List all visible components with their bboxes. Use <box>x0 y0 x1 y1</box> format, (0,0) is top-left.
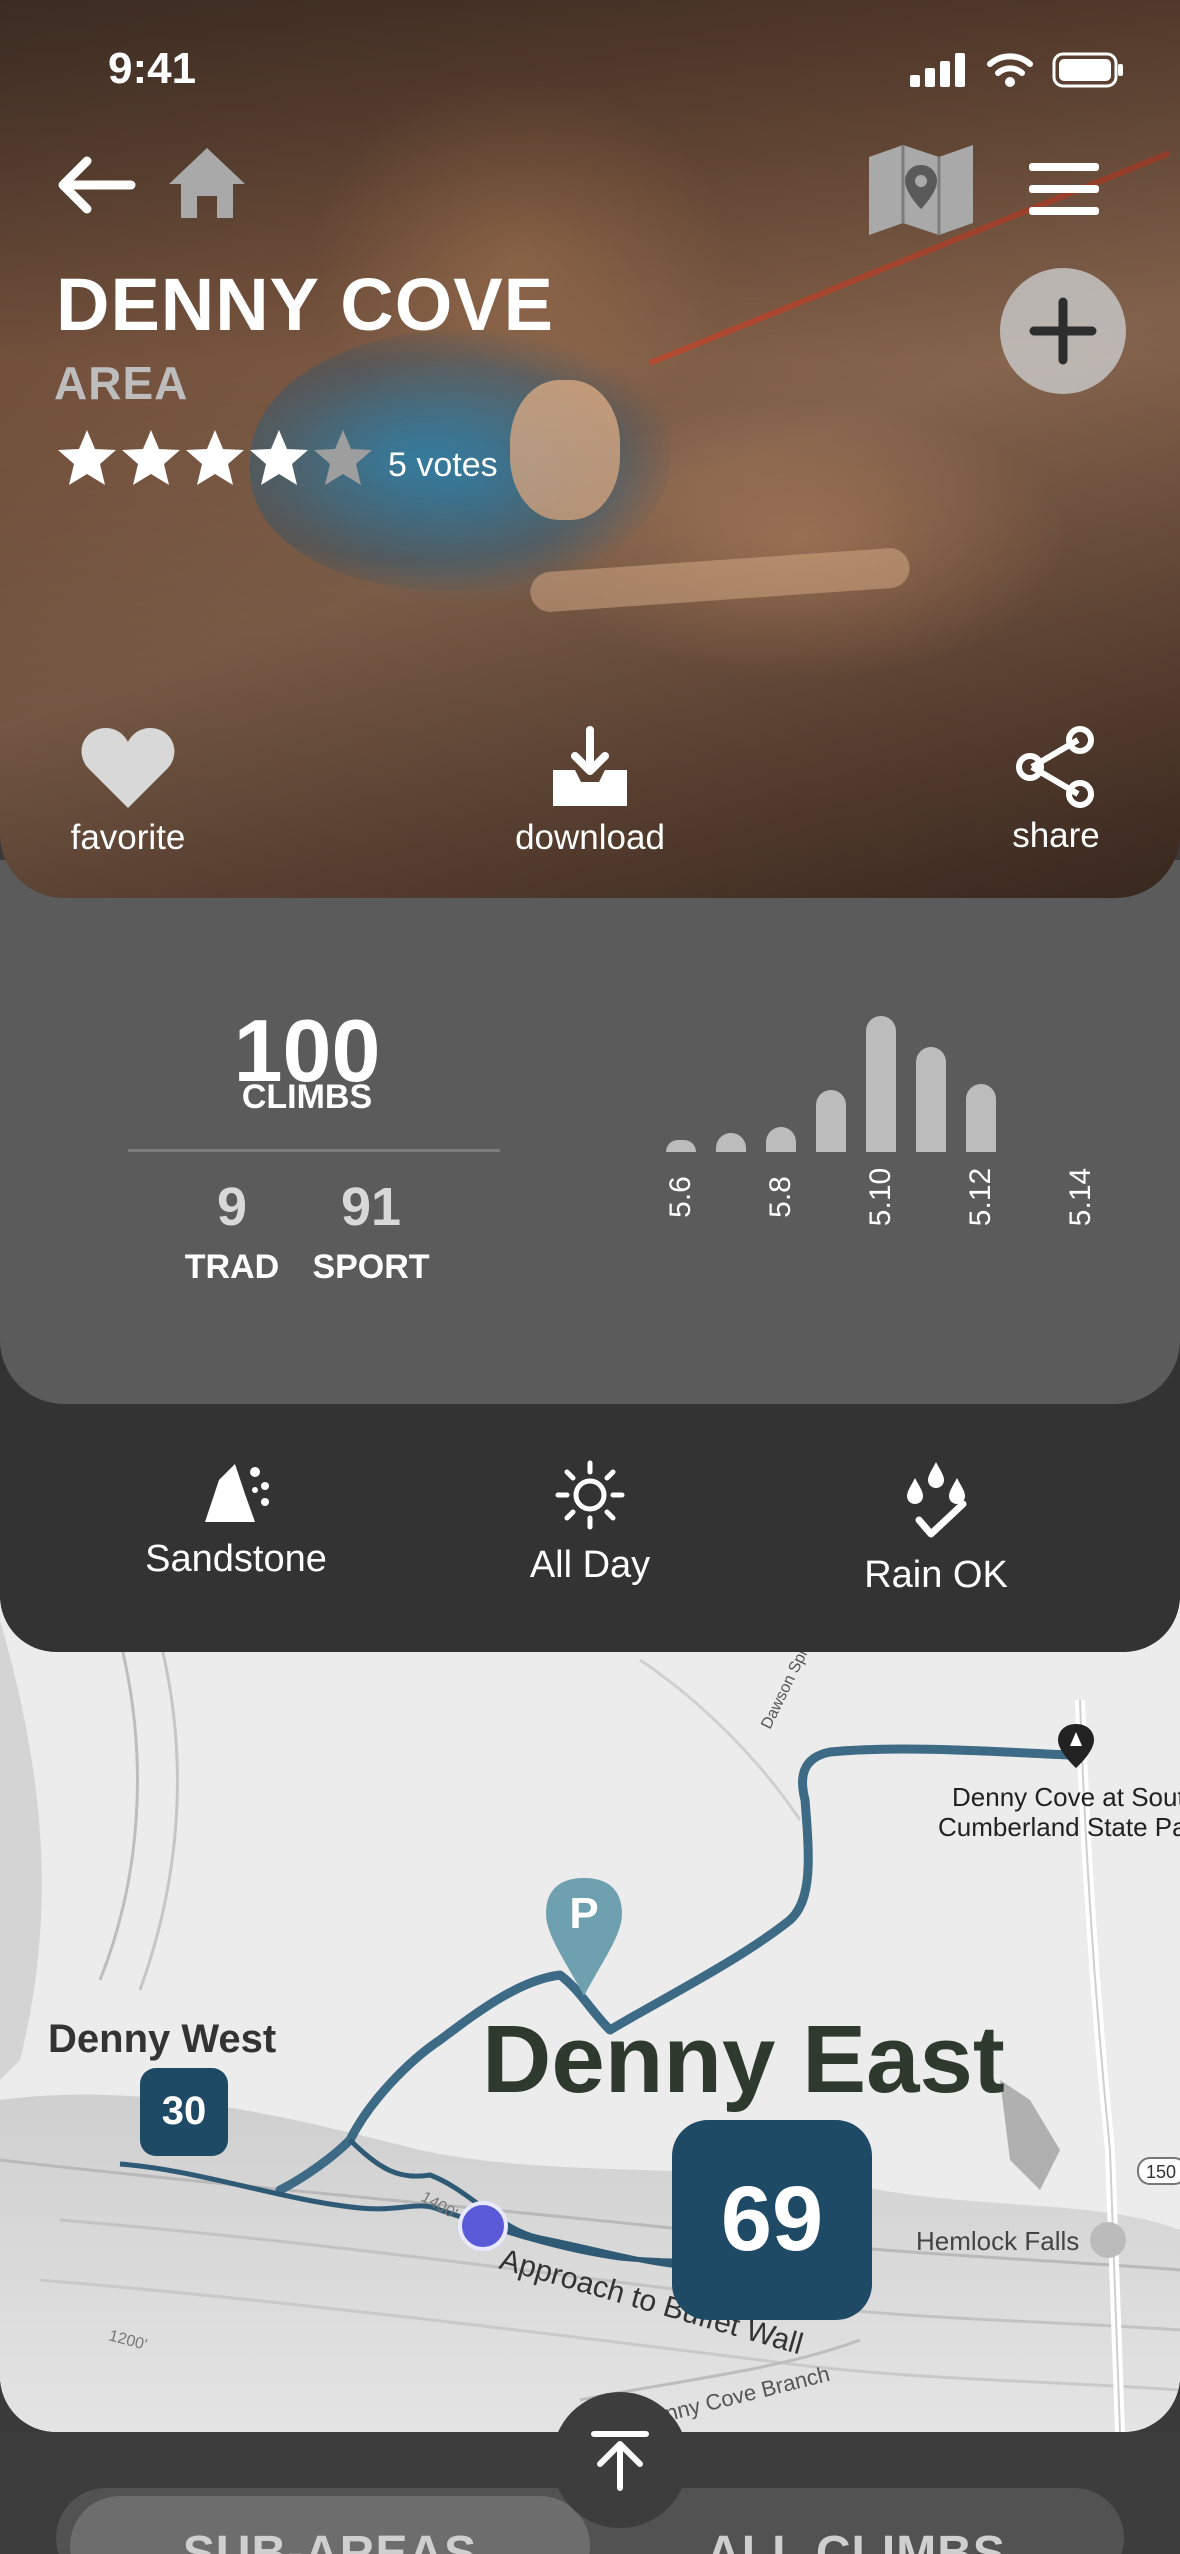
grade-bar <box>966 1084 996 1152</box>
rain-icon <box>907 1462 967 1538</box>
hero-header: 9:41 DENNY COVE AREA 5 votes favorite do… <box>0 0 1180 898</box>
grade-tick-label: 5.8 <box>764 1176 797 1218</box>
status-icons <box>910 52 1124 88</box>
star-icon[interactable] <box>248 428 310 488</box>
denny-west-count: 30 <box>162 2089 207 2133</box>
votes-count: 5 votes <box>388 446 498 484</box>
grade-bar <box>816 1090 846 1152</box>
grade-tick-label: 5.14 <box>1064 1167 1097 1227</box>
signal-icon <box>910 53 965 87</box>
back-button[interactable] <box>50 150 140 220</box>
scroll-to-top-button[interactable] <box>552 2392 688 2528</box>
sport-stat: 91 SPORT <box>306 1176 436 1287</box>
poi-label-line1: Denny Cove at Sout <box>952 1782 1180 1812</box>
grade-tick-label: 5.6 <box>664 1176 697 1218</box>
sun-icon <box>555 1460 625 1530</box>
share-icon <box>1016 726 1094 808</box>
tab-sub-areas[interactable]: SUB-AREAS <box>70 2496 590 2554</box>
route-shield: 150 <box>1137 2157 1180 2185</box>
denny-east-label: Denny East <box>482 2006 1005 2113</box>
battery-icon <box>1052 52 1123 88</box>
favorite-label: favorite <box>70 818 186 857</box>
hamburger-menu-icon <box>1029 163 1099 215</box>
rock-icon <box>205 1464 269 1522</box>
denny-west-badge[interactable]: 30 <box>140 2068 228 2156</box>
condition-rock: Sandstone <box>116 1460 356 1581</box>
denny-east-badge[interactable]: 69 <box>672 2120 872 2320</box>
star-icon[interactable] <box>184 428 246 488</box>
current-location-marker <box>458 2201 508 2251</box>
map-button[interactable] <box>866 142 976 238</box>
trad-count: 9 <box>216 1177 248 1237</box>
share-label: share <box>1012 816 1100 855</box>
share-button[interactable]: share <box>996 726 1116 856</box>
page-title: DENNY COVE <box>56 263 554 346</box>
parking-label: P <box>569 1889 598 1938</box>
poi-label-line2: Cumberland State Pa <box>938 1812 1180 1842</box>
star-icon[interactable] <box>56 428 118 488</box>
status-time: 9:41 <box>108 44 197 93</box>
star-icon[interactable] <box>312 428 374 488</box>
condition-sun: All Day <box>470 1460 710 1587</box>
download-button[interactable]: download <box>500 726 680 858</box>
grade-bar <box>666 1140 696 1152</box>
condition-rain: Rain OK <box>816 1460 1056 1597</box>
sport-count: 91 <box>340 1177 402 1237</box>
grade-tick-label: 5.10 <box>864 1167 897 1227</box>
arrow-up-to-bar-icon <box>591 2431 649 2491</box>
area-map[interactable]: Dawson Springs Rd Approach to Buffet Wal… <box>0 1600 1180 2432</box>
download-label: download <box>515 818 665 857</box>
home-button[interactable] <box>162 142 252 222</box>
denny-west-label: Denny West <box>48 2017 276 2061</box>
tab-all-climbs[interactable]: ALL CLIMBS <box>616 2496 1096 2554</box>
page-subtitle: AREA <box>54 357 189 409</box>
trad-label: TRAD <box>184 1248 280 1286</box>
star-icon[interactable] <box>120 428 182 488</box>
trad-stat: 9 TRAD <box>172 1176 292 1287</box>
condition-sun-label: All Day <box>529 1544 651 1586</box>
map-canvas: Dawson Springs Rd Approach to Buffet Wal… <box>0 1600 1180 2432</box>
heart-icon <box>81 728 175 808</box>
home-icon <box>169 148 245 218</box>
favorite-button[interactable]: favorite <box>58 726 198 858</box>
climbs-label: CLIMBS <box>241 1078 373 1116</box>
grade-bar <box>866 1016 896 1152</box>
falls-label: Hemlock Falls <box>916 2226 1079 2256</box>
denny-east-count: 69 <box>721 2168 823 2270</box>
condition-rock-label: Sandstone <box>145 1538 327 1580</box>
grade-bar <box>766 1127 796 1152</box>
route-number: 150 <box>1146 2162 1176 2182</box>
add-button[interactable] <box>1000 268 1126 394</box>
falls-icon <box>1090 2222 1126 2258</box>
star-rating[interactable] <box>56 428 374 488</box>
grade-tick-label: 5.12 <box>964 1167 997 1227</box>
menu-button[interactable] <box>1020 154 1108 224</box>
arrow-left-icon <box>58 156 136 214</box>
wifi-icon <box>987 53 1033 87</box>
stats-divider <box>128 1149 500 1152</box>
grade-bar <box>916 1047 946 1152</box>
download-icon <box>553 726 627 806</box>
plus-icon <box>1029 297 1097 365</box>
stats-panel <box>0 860 1180 1404</box>
condition-rain-label: Rain OK <box>864 1554 1008 1596</box>
sport-label: SPORT <box>312 1248 430 1286</box>
map-icon <box>869 145 973 235</box>
